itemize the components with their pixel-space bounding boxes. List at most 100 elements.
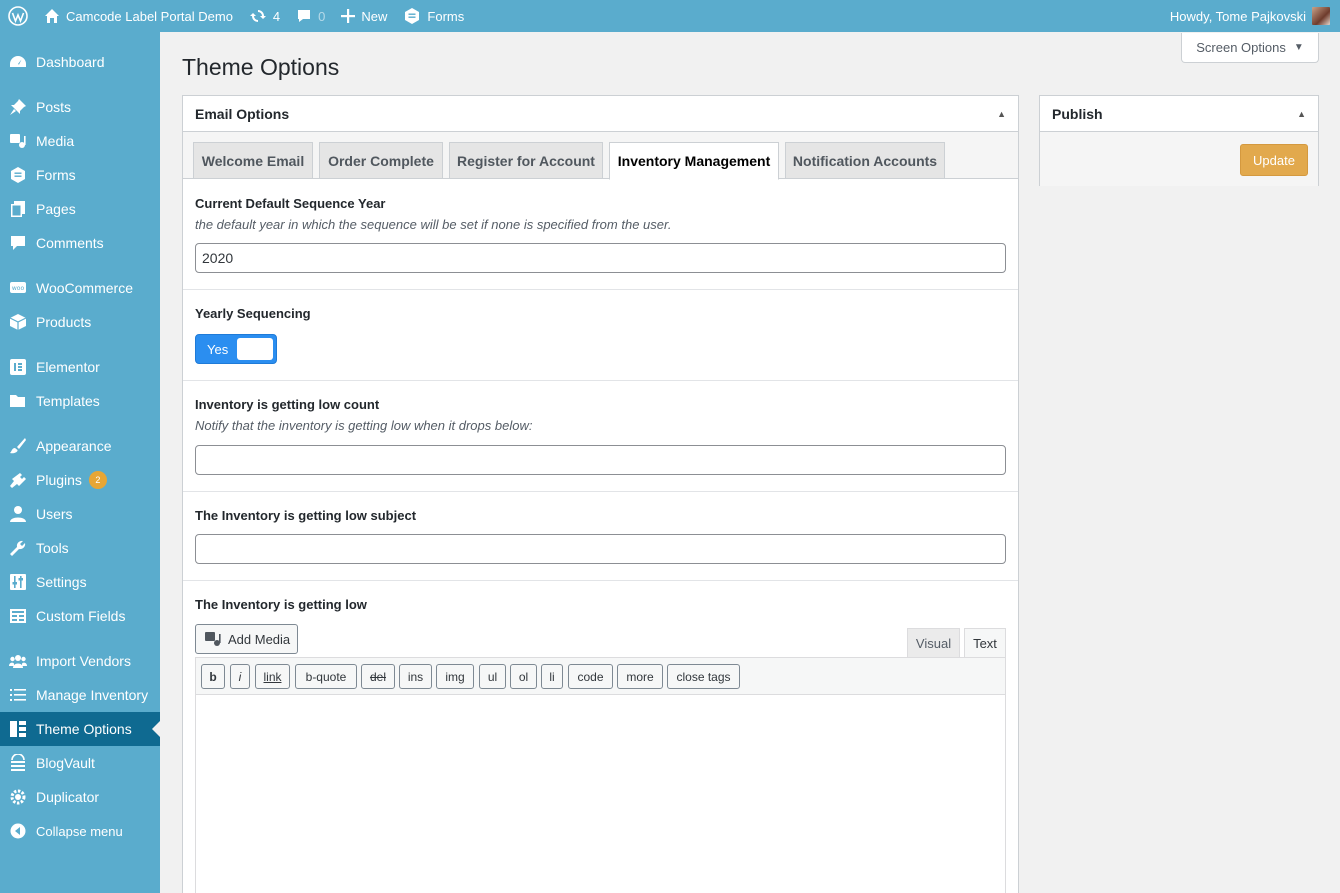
collapse-menu-button[interactable]: Collapse menu xyxy=(0,814,160,848)
sidebar-item-label: Tools xyxy=(36,540,69,556)
sidebar-item-label: Manage Inventory xyxy=(36,687,149,703)
wordpress-logo-icon[interactable] xyxy=(0,0,36,32)
sidebar-item-products[interactable]: Products xyxy=(0,305,160,339)
sidebar-item-manage-inventory[interactable]: Manage Inventory xyxy=(0,678,160,712)
tab-register-for-account[interactable]: Register for Account xyxy=(449,142,603,179)
sidebar-item-label: BlogVault xyxy=(36,755,95,771)
editor-tab-visual[interactable]: Visual xyxy=(907,628,960,657)
editor-tab-text[interactable]: Text xyxy=(964,628,1006,657)
sidebar-item-posts[interactable]: Posts xyxy=(0,90,160,124)
qt-ins-button[interactable]: ins xyxy=(399,664,432,689)
my-account-link[interactable]: Howdy, Tome Pajkovski xyxy=(1162,0,1340,32)
tab-inventory-management[interactable]: Inventory Management xyxy=(609,142,779,180)
qt-del-button[interactable]: del xyxy=(361,664,395,689)
comments-count: 0 xyxy=(318,8,326,24)
tab-order-complete[interactable]: Order Complete xyxy=(319,142,443,179)
sidebar-item-plugins[interactable]: Plugins 2 xyxy=(0,463,160,497)
site-name-link[interactable]: Camcode Label Portal Demo xyxy=(36,0,241,32)
email-body-textarea[interactable] xyxy=(195,695,1006,893)
qt-code-button[interactable]: code xyxy=(568,664,613,689)
sequence-year-input[interactable]: 2020 xyxy=(195,243,1006,273)
avatar xyxy=(1312,7,1330,25)
vault-icon xyxy=(0,754,36,772)
sidebar-item-label: Forms xyxy=(36,167,76,183)
sidebar-item-tools[interactable]: Tools xyxy=(0,531,160,565)
tab-notification-accounts[interactable]: Notification Accounts xyxy=(785,142,945,179)
collapse-menu-label: Collapse menu xyxy=(36,823,123,839)
sequence-year-section: Current Default Sequence Year the defaul… xyxy=(183,180,1018,290)
collapse-arrow-icon[interactable]: ▲ xyxy=(997,109,1006,119)
table-icon xyxy=(0,607,36,625)
sidebar-item-woocommerce[interactable]: woo WooCommerce xyxy=(0,271,160,305)
qt-ol-button[interactable]: ol xyxy=(510,664,537,689)
sliders-icon xyxy=(0,573,36,591)
add-media-label: Add Media xyxy=(228,631,291,647)
low-count-description: Notify that the inventory is getting low… xyxy=(195,418,533,433)
sidebar-item-templates[interactable]: Templates xyxy=(0,384,160,418)
qt-close-tags-button[interactable]: close tags xyxy=(667,664,740,689)
low-subject-label: The Inventory is getting low subject xyxy=(195,508,417,523)
sidebar-item-label: Pages xyxy=(36,201,76,217)
email-options-header[interactable]: Email Options ▲ xyxy=(183,96,1018,132)
sidebar-item-theme-options[interactable]: Theme Options xyxy=(0,712,160,746)
sidebar-item-label: Products xyxy=(36,314,92,330)
low-count-input[interactable] xyxy=(195,445,1006,475)
admin-sidebar: Dashboard Posts Media Forms Pages Commen… xyxy=(0,32,160,893)
sidebar-item-import-vendors[interactable]: Import Vendors xyxy=(0,644,160,678)
pages-icon xyxy=(0,200,36,218)
gear-icon xyxy=(0,788,36,806)
plus-icon xyxy=(341,9,356,23)
comments-link[interactable]: 0 xyxy=(288,0,333,32)
tab-welcome-email[interactable]: Welcome Email xyxy=(193,142,313,179)
sidebar-item-label: Comments xyxy=(36,235,104,251)
sidebar-item-blogvault[interactable]: BlogVault xyxy=(0,746,160,780)
email-options-title: Email Options xyxy=(195,105,290,122)
qt-blockquote-button[interactable]: b-quote xyxy=(295,664,357,689)
groups-icon xyxy=(0,652,36,670)
user-icon xyxy=(0,505,36,523)
folder-icon xyxy=(0,392,36,410)
qt-li-button[interactable]: li xyxy=(541,664,563,689)
qt-italic-button[interactable]: i xyxy=(230,664,250,689)
qt-bold-button[interactable]: b xyxy=(201,664,225,689)
low-subject-section: The Inventory is getting low subject xyxy=(183,492,1018,581)
screen-options-label: Screen Options xyxy=(1196,40,1286,55)
updates-link[interactable]: 4 xyxy=(241,0,288,32)
sidebar-item-comments[interactable]: Comments xyxy=(0,226,160,260)
yearly-sequencing-toggle[interactable]: Yes xyxy=(195,334,277,364)
forms-link[interactable]: Forms xyxy=(395,0,472,32)
publish-title: Publish xyxy=(1052,105,1103,122)
screen-options-button[interactable]: Screen Options ▼ xyxy=(1181,33,1319,63)
publish-box: Publish ▲ Update xyxy=(1039,95,1319,186)
sidebar-item-elementor[interactable]: Elementor xyxy=(0,350,160,384)
sidebar-item-label: Appearance xyxy=(36,438,112,454)
woo-icon: woo xyxy=(0,279,36,297)
sidebar-item-settings[interactable]: Settings xyxy=(0,565,160,599)
sidebar-item-label: Posts xyxy=(36,99,72,115)
sidebar-item-pages[interactable]: Pages xyxy=(0,192,160,226)
sidebar-item-dashboard[interactable]: Dashboard xyxy=(0,45,160,79)
home-icon xyxy=(45,9,59,23)
new-label: New xyxy=(361,8,388,24)
collapse-arrow-icon[interactable]: ▲ xyxy=(1297,109,1306,119)
sidebar-item-users[interactable]: Users xyxy=(0,497,160,531)
qt-ul-button[interactable]: ul xyxy=(479,664,506,689)
sidebar-item-duplicator[interactable]: Duplicator xyxy=(0,780,160,814)
page-title: Theme Options xyxy=(182,54,340,80)
sidebar-item-custom-fields[interactable]: Custom Fields xyxy=(0,599,160,633)
publish-header[interactable]: Publish ▲ xyxy=(1040,96,1318,132)
sidebar-item-forms[interactable]: Forms xyxy=(0,158,160,192)
new-content-link[interactable]: New xyxy=(333,0,395,32)
update-button[interactable]: Update xyxy=(1240,144,1308,176)
qt-more-button[interactable]: more xyxy=(617,664,663,689)
add-media-icon xyxy=(205,632,221,646)
qt-link-button[interactable]: link xyxy=(255,664,290,689)
updates-count: 4 xyxy=(272,8,281,24)
sidebar-item-appearance[interactable]: Appearance xyxy=(0,429,160,463)
sidebar-item-media[interactable]: Media xyxy=(0,124,160,158)
sidebar-item-label: Dashboard xyxy=(36,54,105,70)
low-subject-input[interactable] xyxy=(195,534,1006,564)
dashboard-icon xyxy=(0,53,36,71)
qt-img-button[interactable]: img xyxy=(436,664,474,689)
add-media-button[interactable]: Add Media xyxy=(195,624,298,654)
